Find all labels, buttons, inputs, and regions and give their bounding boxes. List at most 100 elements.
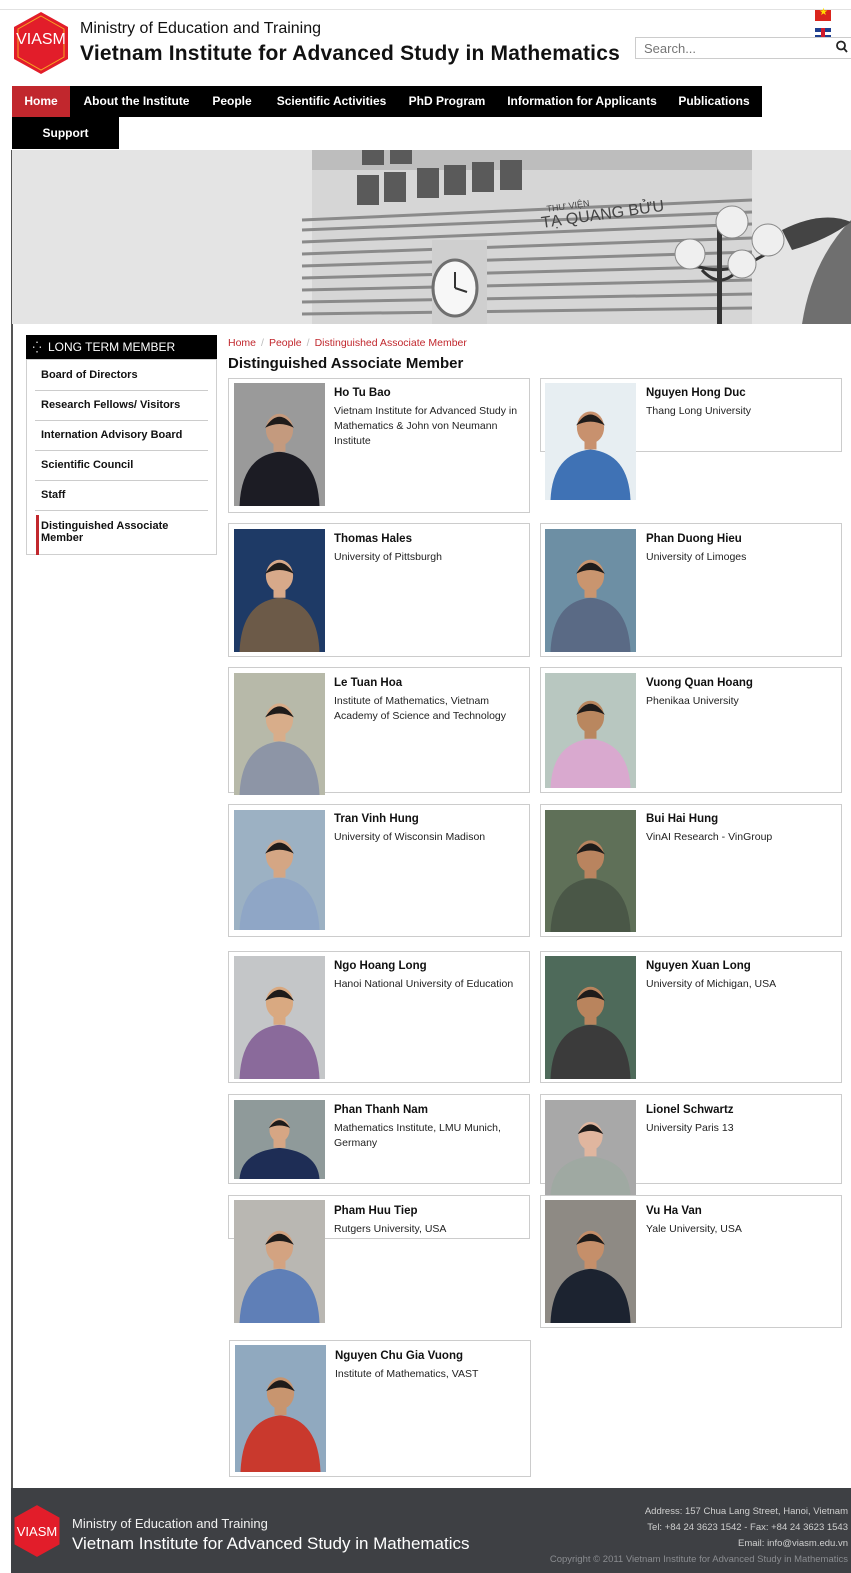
member-name[interactable]: Nguyen Chu Gia Vuong: [335, 1350, 463, 1362]
member-affiliation: VinAI Research - VinGroup: [646, 831, 773, 843]
nav-support[interactable]: Support: [12, 117, 119, 149]
nav-phd-program[interactable]: PhD Program: [402, 86, 492, 117]
search-box: [635, 37, 851, 59]
member-photo[interactable]: [234, 956, 325, 1079]
member-photo[interactable]: [235, 1345, 326, 1472]
sidebar-item-staff[interactable]: Staff: [41, 489, 209, 501]
member-photo[interactable]: [234, 529, 325, 652]
member-name[interactable]: Le Tuan Hoa: [334, 677, 402, 689]
main-nav-row2: Support: [12, 117, 119, 149]
nav-information-applicants[interactable]: Information for Applicants: [502, 86, 662, 117]
page-title: Distinguished Associate Member: [228, 355, 464, 372]
portrait-image: [234, 810, 325, 930]
portrait-image: [234, 529, 325, 652]
search-icon[interactable]: [836, 40, 848, 57]
member-affiliation: Vietnam Institute for Advanced Study in …: [334, 405, 518, 447]
sidebar-item-board-of-directors[interactable]: Board of Directors: [41, 369, 209, 381]
breadcrumb: Home / People / Distinguished Associate Memb…: [228, 337, 467, 349]
member-photo[interactable]: [545, 383, 636, 500]
footer-ministry: Ministry of Education and Training: [72, 1516, 268, 1531]
portrait-image: [235, 1345, 326, 1472]
sidebar-item-research-fellows[interactable]: Research Fellows/ Visitors: [41, 399, 209, 411]
nav-publications[interactable]: Publications: [672, 86, 756, 117]
member-affiliation: Mathematics Institute, LMU Munich, Germa…: [334, 1122, 501, 1149]
divider: [35, 510, 208, 511]
footer-copyright: Copyright © 2011 Vietnam Institute for A…: [549, 1554, 848, 1565]
dots-icon: ⁛: [32, 342, 42, 354]
portrait-image: [234, 1200, 325, 1323]
member-photo[interactable]: [545, 1200, 636, 1323]
member-photo[interactable]: [545, 956, 636, 1079]
member-photo[interactable]: [545, 673, 636, 788]
member-name[interactable]: Nguyen Xuan Long: [646, 960, 751, 972]
portrait-image: [234, 383, 325, 506]
portrait-image: [545, 383, 636, 500]
member-name[interactable]: Vuong Quan Hoang: [646, 677, 753, 689]
sidebar-item-distinguished-associate-member[interactable]: Distinguished Associate Member: [41, 520, 209, 544]
footer-logo-text: VIASM: [16, 1524, 58, 1539]
member-name[interactable]: Bui Hai Hung: [646, 813, 718, 825]
member-affiliation: Hanoi National University of Education: [334, 978, 514, 990]
member-affiliation: University of Michigan, USA: [646, 978, 777, 990]
member-photo[interactable]: [234, 383, 325, 506]
sidebar-item-advisory-board[interactable]: Internation Advisory Board: [41, 429, 209, 441]
footer-address: Address: 157 Chua Lang Street, Hanoi, Vi…: [644, 1506, 848, 1517]
member-name[interactable]: Vu Ha Van: [646, 1205, 702, 1217]
footer-phone: Tel: +84 24 3623 1542 - Fax: +84 24 3623…: [647, 1522, 848, 1533]
top-divider: [0, 9, 851, 10]
member-affiliation: Institute of Mathematics, Vietnam Academ…: [334, 695, 506, 722]
member-photo[interactable]: [234, 1200, 325, 1323]
nav-people[interactable]: People: [205, 86, 259, 117]
member-name[interactable]: Ho Tu Bao: [334, 387, 391, 399]
nav-about[interactable]: About the Institute: [74, 86, 199, 117]
portrait-image: [234, 673, 325, 795]
member-photo[interactable]: [545, 1100, 636, 1195]
member-name[interactable]: Lionel Schwartz: [646, 1104, 734, 1116]
footer-institute: Vietnam Institute for Advanced Study in …: [72, 1534, 470, 1553]
member-name[interactable]: Pham Huu Tiep: [334, 1205, 418, 1217]
nav-scientific-activities[interactable]: Scientific Activities: [269, 86, 394, 117]
active-indicator: [36, 515, 39, 555]
breadcrumb-separator: /: [306, 337, 310, 349]
vietnam-flag-icon[interactable]: [815, 7, 831, 21]
nav-home[interactable]: Home: [12, 86, 70, 117]
portrait-image: [234, 1100, 325, 1179]
member-affiliation: University of Wisconsin Madison: [334, 831, 486, 843]
divider: [35, 480, 208, 481]
portrait-image: [545, 1100, 636, 1195]
member-photo[interactable]: [545, 529, 636, 652]
member-name[interactable]: Phan Duong Hieu: [646, 533, 742, 545]
breadcrumb-people[interactable]: People: [269, 337, 302, 349]
portrait-image: [234, 956, 325, 1079]
footer-email[interactable]: Email: info@viasm.edu.vn: [738, 1538, 848, 1549]
ministry-title: Ministry of Education and Training: [80, 20, 322, 37]
member-photo[interactable]: [234, 673, 325, 795]
member-affiliation: Thang Long University: [646, 405, 752, 417]
portrait-image: [545, 673, 636, 788]
breadcrumb-home[interactable]: Home: [228, 337, 256, 349]
sidebar-menu: Board of Directors Research Fellows/ Vis…: [26, 359, 217, 555]
logo-text: VIASM: [16, 31, 66, 48]
member-photo[interactable]: [545, 810, 636, 932]
breadcrumb-current: Distinguished Associate Member: [314, 337, 467, 349]
member-name[interactable]: Tran Vinh Hung: [334, 813, 419, 825]
member-name[interactable]: Nguyen Hong Duc: [646, 387, 746, 399]
sidebar-header: ⁛ LONG TERM MEMBER: [26, 335, 217, 359]
member-affiliation: University of Limoges: [646, 551, 747, 563]
sidebar-item-scientific-council[interactable]: Scientific Council: [41, 459, 209, 471]
member-name[interactable]: Thomas Hales: [334, 533, 412, 545]
divider: [35, 390, 208, 391]
member-photo[interactable]: [234, 1100, 325, 1179]
library-building-image: THƯ VIỆN TẠ QUANG BỬU: [12, 150, 851, 324]
institute-title[interactable]: Vietnam Institute for Advanced Study in …: [80, 42, 620, 66]
member-affiliation: Yale University, USA: [646, 1223, 742, 1235]
member-name[interactable]: Ngo Hoang Long: [334, 960, 427, 972]
portrait-image: [545, 810, 636, 932]
sidebar-title: LONG TERM MEMBER: [48, 340, 176, 354]
breadcrumb-separator: /: [261, 337, 264, 349]
divider: [35, 420, 208, 421]
search-input[interactable]: [636, 38, 832, 59]
member-photo[interactable]: [234, 810, 325, 930]
member-name[interactable]: Phan Thanh Nam: [334, 1104, 428, 1116]
member-affiliation: Rutgers University, USA: [334, 1223, 447, 1235]
